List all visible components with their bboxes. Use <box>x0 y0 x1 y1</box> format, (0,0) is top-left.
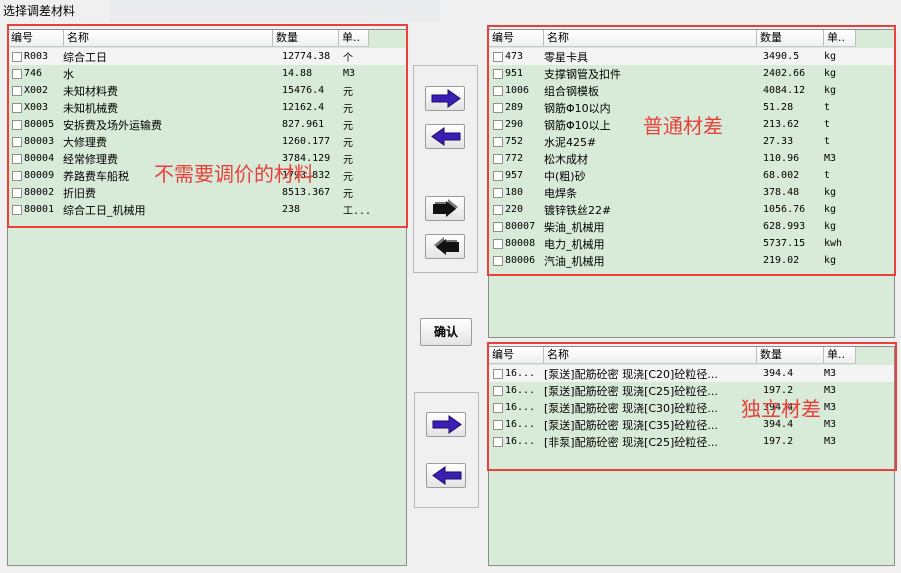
arrow-left-icon <box>432 466 462 485</box>
move-all-left-button[interactable] <box>425 234 465 259</box>
annotation-box-bottom-right <box>487 342 897 471</box>
background-toolbar-ghost <box>110 0 440 22</box>
move-right-button[interactable] <box>425 86 465 111</box>
bottom-button-group <box>414 392 479 508</box>
move-right-independent-button[interactable] <box>426 412 466 437</box>
arrow-right-icon <box>432 415 462 434</box>
arrow-left-icon <box>431 127 461 146</box>
annotation-top-right-label: 普通材差 <box>643 114 723 138</box>
move-left-button[interactable] <box>425 124 465 149</box>
arrow-right-icon <box>431 89 461 108</box>
double-arrow-left-icon <box>434 237 459 255</box>
annotation-left-label: 不需要调价的材料 <box>154 162 314 186</box>
double-arrow-right-icon <box>433 199 458 217</box>
move-left-independent-button[interactable] <box>426 463 466 488</box>
window-title: 选择调差材料 <box>3 4 76 18</box>
annotation-bottom-right-label: 独立材差 <box>741 397 821 421</box>
move-all-right-button[interactable] <box>425 196 465 221</box>
annotation-box-left <box>7 24 408 228</box>
annotation-box-top-right <box>487 25 896 276</box>
confirm-button[interactable]: 确认 <box>420 318 472 346</box>
